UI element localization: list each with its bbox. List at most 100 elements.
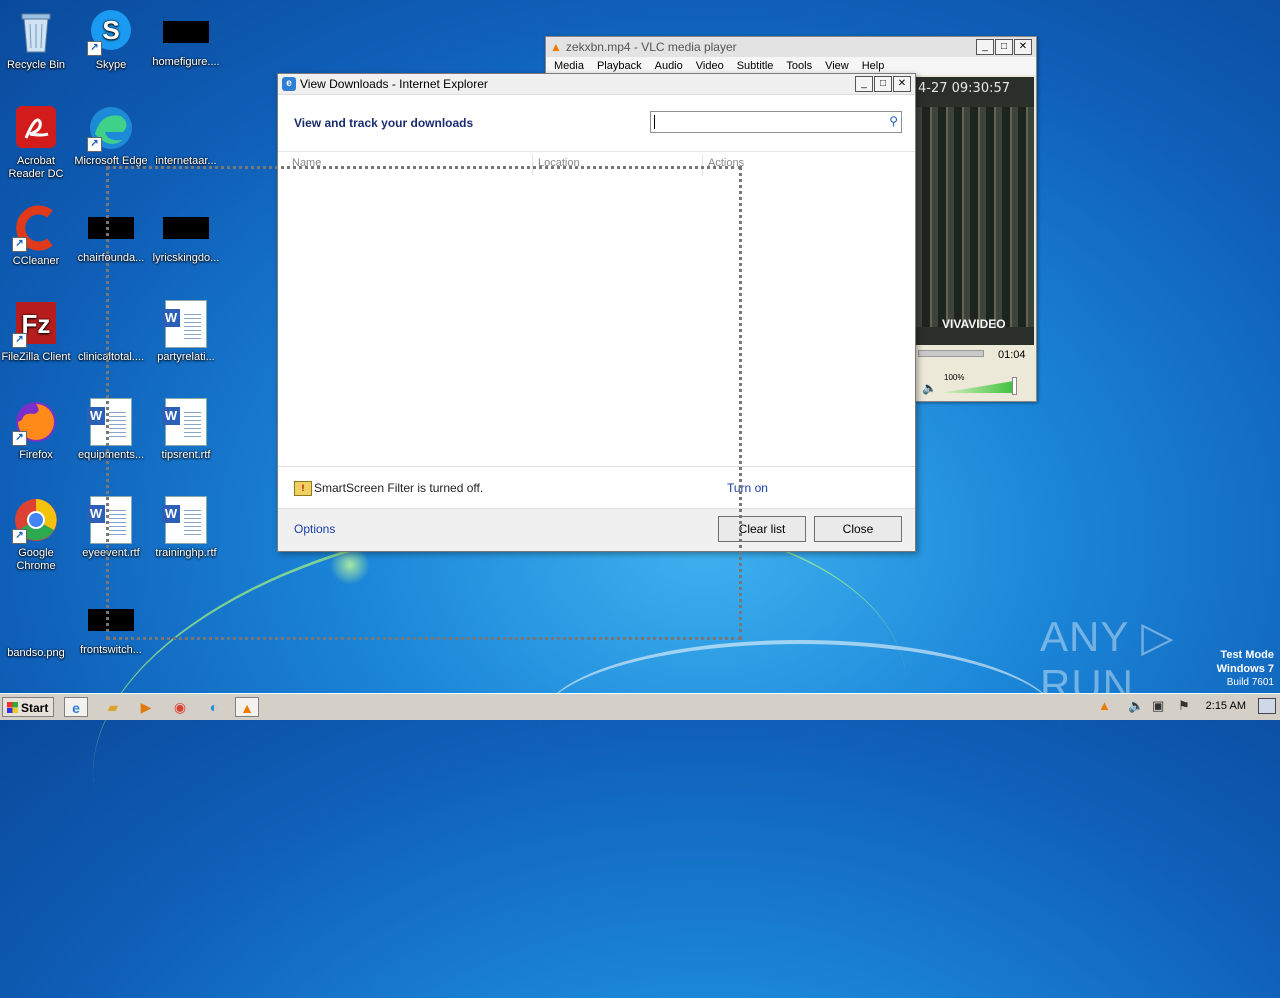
desktop-icon-eyeevent[interactable]: eyeevent.rtf (73, 496, 149, 560)
desktop-icon-chairfounda[interactable]: chairfounda... (73, 204, 149, 265)
taskbar: Start e ▰ ▶ ◉ ◐ ▲ ▲ 🔈 ▣ ⚑ 2:15 AM (0, 693, 1280, 720)
shortcut-arrow-icon: ↗ (12, 529, 27, 544)
desktop-icon-label: partyrelati... (157, 351, 215, 363)
desktop-icon-frontswitch[interactable]: frontswitch... (73, 596, 149, 657)
text-caret (654, 115, 655, 129)
taskbar-internet-explorer-icon[interactable]: e (64, 697, 88, 717)
desktop-icon-chrome[interactable]: ↗ Google Chrome (0, 496, 74, 573)
minimize-button[interactable]: _ (976, 39, 994, 55)
taskbar-clock[interactable]: 2:15 AM (1206, 700, 1246, 712)
vlc-titlebar[interactable]: ▲ zekxbn.mp4 - VLC media player _ □ ✕ (546, 37, 1036, 57)
chrome-icon: ↗ (12, 496, 60, 544)
desktop-icon-label: frontswitch... (80, 644, 142, 656)
maximize-button[interactable]: □ (995, 39, 1013, 55)
desktop-icon-ccleaner[interactable]: ↗ CCleaner (0, 204, 74, 268)
taskbar-edge-icon[interactable]: ◐ (202, 697, 226, 717)
column-divider[interactable] (532, 154, 533, 176)
test-mode-watermark: Test Mode Windows 7 Build 7601 (1217, 648, 1274, 690)
menu-video[interactable]: Video (696, 60, 724, 72)
speaker-icon[interactable]: 🔈 (922, 381, 937, 395)
options-link[interactable]: Options (294, 522, 335, 536)
acrobat-icon (12, 104, 60, 152)
desktop-icon-label: traininghp.rtf (155, 547, 217, 559)
menu-view[interactable]: View (825, 60, 849, 72)
desktop-icon-traininghp[interactable]: traininghp.rtf (148, 496, 224, 560)
volume-handle[interactable] (1012, 377, 1017, 395)
column-name[interactable]: Name (292, 157, 321, 169)
tray-speaker-icon[interactable]: 🔈 (1128, 698, 1144, 714)
volume-percent: 100% (944, 373, 965, 382)
desktop-icon-equipments[interactable]: equipments... (73, 398, 149, 462)
desktop-icon-label: internetaar... (155, 155, 217, 167)
word-document-icon (87, 398, 135, 446)
elapsed-time: 01:04 (998, 349, 1026, 361)
shortcut-arrow-icon: ↗ (12, 333, 27, 348)
clear-list-button[interactable]: Clear list (718, 516, 806, 542)
tray-action-center-flag-icon[interactable]: ⚑ (1178, 698, 1190, 714)
video-timestamp: 4-27 09:30:57 (918, 81, 1011, 96)
desktop-icon-skype[interactable]: S ↗ Skype (73, 8, 149, 72)
menu-subtitle[interactable]: Subtitle (737, 60, 774, 72)
column-actions[interactable]: Actions (708, 157, 744, 169)
desktop-icon-acrobat[interactable]: Acrobat Reader DC (0, 104, 74, 181)
close-button[interactable]: ✕ (1014, 39, 1032, 55)
maximize-button[interactable]: □ (874, 76, 892, 92)
desktop-icon-clinicaltotal[interactable]: clinicaltotal.... (73, 300, 149, 364)
test-mode-label: Test Mode (1220, 649, 1274, 661)
desktop-icon-internetaar[interactable]: internetaar... (148, 104, 224, 168)
view-downloads-dialog[interactable]: e View Downloads - Internet Explorer _ □… (277, 73, 916, 552)
desktop-icon-filezilla[interactable]: Fz ↗ FileZilla Client (0, 300, 74, 364)
desktop-icon-label: Recycle Bin (6, 59, 66, 71)
close-dialog-button[interactable]: Close (814, 516, 902, 542)
desktop-icon-homefigure[interactable]: homefigure.... (148, 8, 224, 69)
menu-media[interactable]: Media (554, 60, 584, 72)
close-button[interactable]: ✕ (893, 76, 911, 92)
recycle-bin-icon (12, 8, 60, 56)
desktop-icon-firefox[interactable]: ↗ Firefox (0, 398, 74, 462)
taskbar-media-player-icon[interactable]: ▶ (134, 697, 158, 717)
menu-playback[interactable]: Playback (597, 60, 642, 72)
column-location[interactable]: Location (538, 157, 580, 169)
taskbar-file-explorer-icon[interactable]: ▰ (101, 697, 125, 717)
shortcut-arrow-icon: ↗ (87, 41, 102, 56)
desktop-icon-tipsrent[interactable]: tipsrent.rtf (148, 398, 224, 462)
desktop-icon-partyrelati[interactable]: partyrelati... (148, 300, 224, 364)
desktop-icon-edge[interactable]: ↗ Microsoft Edge (73, 104, 149, 168)
word-document-icon (162, 496, 210, 544)
minimize-button[interactable]: _ (855, 76, 873, 92)
desktop-icon-label: FileZilla Client (1, 351, 71, 363)
dialog-titlebar[interactable]: e View Downloads - Internet Explorer _ □… (278, 74, 915, 95)
windows-logo-icon (7, 702, 18, 713)
show-desktop-button[interactable] (1258, 698, 1276, 714)
dialog-footer: Options Clear list Close (278, 508, 915, 551)
search-icon[interactable]: ⚲ (889, 114, 898, 128)
desktop-icon-label: eyeevent.rtf (82, 547, 140, 559)
page-title: View and track your downloads (294, 116, 474, 130)
tray-vlc-icon[interactable]: ▲ (1098, 698, 1111, 713)
turn-on-link[interactable]: Turn on (727, 481, 768, 495)
menu-help[interactable]: Help (862, 60, 885, 72)
taskbar-chrome-icon[interactable]: ◉ (168, 697, 192, 717)
desktop-icon-label: Acrobat Reader DC (8, 155, 64, 180)
video-area[interactable]: 4-27 09:30:57 VIVAVIDEO (916, 77, 1034, 345)
desktop-icon-lyricskingdo[interactable]: lyricskingdo... (148, 204, 224, 265)
volume-fill (942, 381, 1014, 393)
search-downloads-input[interactable]: ⚲ (650, 111, 902, 133)
ccleaner-icon: ↗ (12, 204, 60, 252)
taskbar-vlc-icon[interactable]: ▲ (235, 697, 259, 717)
desktop-icon-label: CCleaner (12, 255, 60, 267)
desktop-icon-bandso[interactable]: bandso.png (0, 596, 74, 660)
tray-network-icon[interactable]: ▣ (1152, 698, 1164, 714)
menu-audio[interactable]: Audio (655, 60, 683, 72)
desktop-icon-recycle-bin[interactable]: Recycle Bin (0, 8, 74, 72)
window-title: zekxbn.mp4 - VLC media player (565, 40, 737, 54)
menu-tools[interactable]: Tools (786, 60, 812, 72)
column-divider[interactable] (702, 154, 703, 176)
start-button[interactable]: Start (2, 697, 54, 717)
wallpaper-swoosh-2 (540, 640, 1060, 804)
seek-bar[interactable] (918, 350, 984, 357)
desktop-icon-label: Skype (95, 59, 127, 71)
file-thumbnail-icon (162, 104, 210, 152)
desktop-icon-label: chairfounda... (77, 252, 145, 264)
desktop-icon-label: bandso.png (7, 647, 65, 659)
